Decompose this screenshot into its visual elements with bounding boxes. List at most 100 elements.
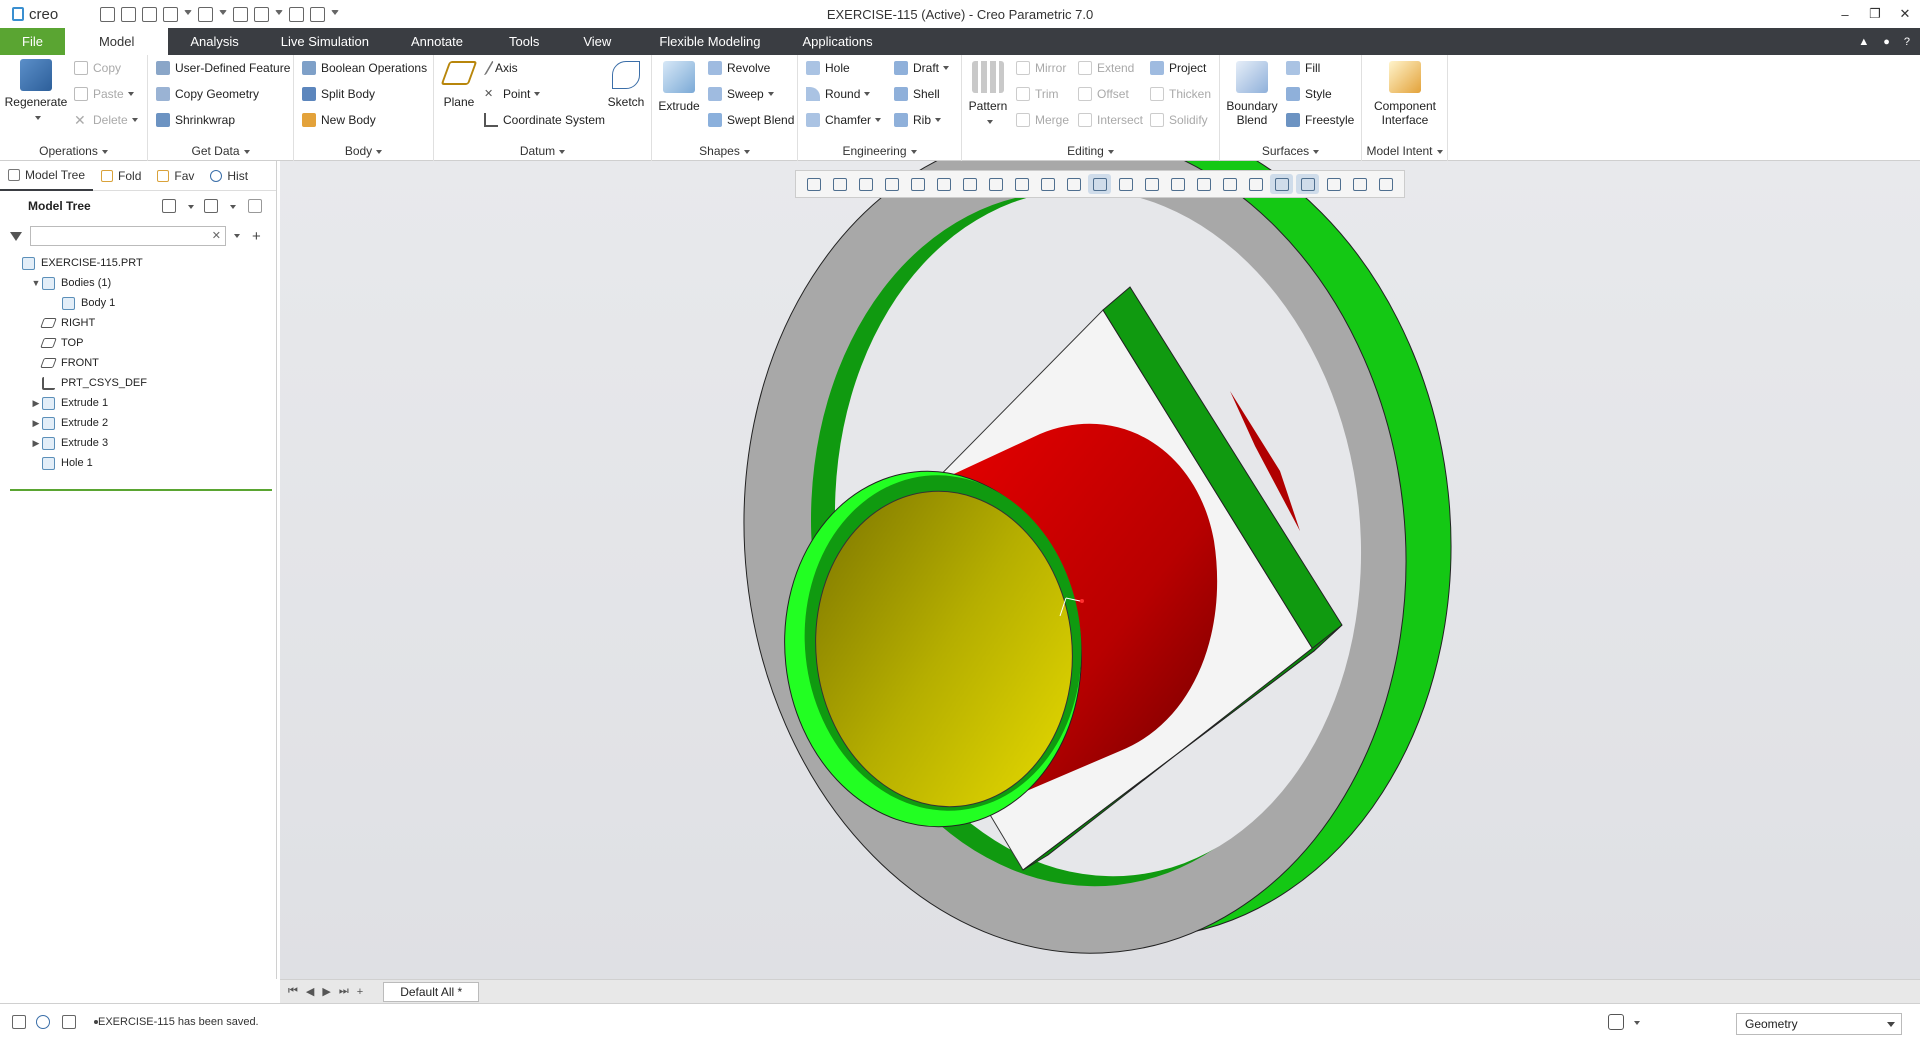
point-button[interactable]: ✕ Point (484, 87, 541, 101)
3d-model[interactable] (280, 161, 1920, 979)
intersect-button[interactable]: Intersect (1078, 113, 1143, 127)
tab-favorites[interactable]: Fav (149, 161, 202, 191)
search-dropdown-icon[interactable] (234, 234, 240, 238)
plane-button[interactable]: Plane (438, 61, 480, 109)
csys-display-icon[interactable] (1166, 174, 1189, 194)
group-label-datum[interactable]: Datum (434, 144, 651, 158)
component-interface-button[interactable]: Component Interface (1364, 61, 1446, 127)
open-file-icon[interactable] (121, 6, 136, 22)
tree-item[interactable]: PRT_CSYS_DEF (10, 373, 272, 393)
group-label-surfaces[interactable]: Surfaces (1220, 144, 1361, 158)
tab-history[interactable]: Hist (202, 161, 256, 191)
saved-orientations-icon[interactable] (958, 174, 981, 194)
axis-button[interactable]: Axis (479, 61, 518, 75)
extrude-button[interactable]: Extrude (654, 61, 704, 113)
tab-file[interactable]: File (0, 28, 65, 55)
add-icon[interactable]: + (252, 228, 261, 245)
show-icon[interactable] (204, 199, 218, 213)
redo-icon[interactable] (198, 6, 213, 22)
last-tab-icon[interactable]: ⏭ (339, 985, 349, 998)
filter-icon[interactable] (10, 231, 22, 241)
repaint-icon[interactable] (880, 174, 903, 194)
tab-default-all[interactable]: Default All * (383, 981, 480, 1002)
minimize-ribbon-icon[interactable]: ▲ (1858, 36, 1869, 48)
plane-tag-display-icon[interactable] (1192, 174, 1215, 194)
copy-button[interactable]: Copy (74, 61, 121, 75)
sketch-button[interactable]: Sketch (604, 61, 648, 109)
windows-icon[interactable] (254, 6, 269, 22)
insert-indicator[interactable] (10, 489, 272, 491)
group-label-operations[interactable]: Operations (0, 144, 147, 158)
perspective-view-icon[interactable] (1010, 174, 1033, 194)
swept-blend-button[interactable]: Swept Blend (708, 113, 794, 127)
tree-item[interactable]: ▶ Extrude 1 (10, 393, 272, 413)
tree-item[interactable]: EXERCISE-115.PRT (10, 253, 272, 273)
regenerate-icon[interactable] (233, 6, 248, 22)
undo-icon[interactable] (163, 6, 178, 22)
tree-item[interactable]: ▶ Extrude 3 (10, 433, 272, 453)
hole-button[interactable]: Hole (806, 61, 850, 75)
settings-dropdown-icon[interactable] (188, 205, 194, 209)
point-display-icon[interactable] (1140, 174, 1163, 194)
section-icon[interactable] (1036, 174, 1059, 194)
group-label-model-intent[interactable]: Model Intent (1362, 144, 1447, 158)
settings-icon[interactable] (162, 199, 176, 213)
mirror-button[interactable]: Mirror (1016, 61, 1066, 75)
add-tab-icon[interactable]: + (357, 986, 363, 998)
pattern-button[interactable]: Pattern (964, 61, 1012, 127)
zoom-in-icon[interactable] (828, 174, 851, 194)
full-screen-icon[interactable] (62, 1015, 76, 1029)
boolean-operations-button[interactable]: Boolean Operations (302, 61, 427, 75)
customize-icon[interactable] (310, 6, 325, 22)
shrinkwrap-button[interactable]: Shrinkwrap (156, 113, 235, 127)
revolve-button[interactable]: Revolve (708, 61, 770, 75)
style-button[interactable]: Style (1286, 87, 1332, 101)
plane-display-icon[interactable] (1088, 174, 1111, 194)
tab-folder-browser[interactable]: Fold (93, 161, 149, 191)
boundary-blend-button[interactable]: Boundary Blend (1222, 61, 1282, 127)
offset-button[interactable]: Offset (1078, 87, 1129, 101)
group-label-editing[interactable]: Editing (962, 144, 1219, 158)
tab-model-tree[interactable]: Model Tree (0, 161, 94, 191)
windows-dropdown-icon[interactable] (275, 10, 283, 18)
solidify-button[interactable]: Solidify (1150, 113, 1208, 127)
datum-display-filter-icon[interactable] (1270, 174, 1293, 194)
zoom-out-icon[interactable] (854, 174, 877, 194)
group-label-shapes[interactable]: Shapes (652, 144, 797, 158)
tree-item[interactable]: ▼ Bodies (1) (10, 273, 272, 293)
appearance-icon[interactable] (1062, 174, 1085, 194)
expand-icon[interactable]: ▶ (30, 418, 42, 429)
tab-annotate[interactable]: Annotate (387, 28, 483, 55)
annotation-display-icon[interactable] (1218, 174, 1241, 194)
regenerate-button[interactable]: Regenerate (4, 59, 68, 123)
more-icon[interactable] (1374, 174, 1397, 194)
save-icon[interactable] (142, 6, 157, 22)
search-input[interactable]: ✕ (30, 226, 226, 246)
tree-item[interactable]: FRONT (10, 353, 272, 373)
show-dropdown-icon[interactable] (230, 205, 236, 209)
minimize-button[interactable]: – (1830, 0, 1860, 28)
tree-item[interactable]: ▶ Extrude 2 (10, 413, 272, 433)
tab-analysis[interactable]: Analysis (168, 28, 256, 55)
group-label-body[interactable]: Body (294, 144, 433, 158)
selection-filter[interactable]: Geometry (1736, 1013, 1902, 1035)
orient-mode-icon[interactable] (1296, 174, 1319, 194)
split-body-button[interactable]: Split Body (302, 87, 375, 101)
sweep-button[interactable]: Sweep (708, 87, 774, 101)
first-tab-icon[interactable]: ⏮ (288, 985, 298, 998)
new-body-button[interactable]: New Body (302, 113, 376, 127)
merge-button[interactable]: Merge (1016, 113, 1069, 127)
extend-button[interactable]: Extend (1078, 61, 1134, 75)
refit-icon[interactable] (802, 174, 825, 194)
find-dropdown-icon[interactable] (1634, 1021, 1640, 1025)
chamfer-button[interactable]: Chamfer (806, 113, 882, 127)
user-defined-feature-button[interactable]: User-Defined Feature (156, 61, 290, 75)
customize-dropdown-icon[interactable] (331, 10, 339, 18)
tree-item[interactable]: TOP (10, 333, 272, 353)
tree-item[interactable]: Body 1 (10, 293, 272, 313)
tab-live-simulation[interactable]: Live Simulation (257, 28, 387, 55)
tree-filters-icon[interactable] (248, 199, 262, 213)
tab-model[interactable]: Model (64, 28, 169, 55)
axis-display-icon[interactable] (1114, 174, 1137, 194)
find-icon[interactable] (1608, 1014, 1624, 1030)
